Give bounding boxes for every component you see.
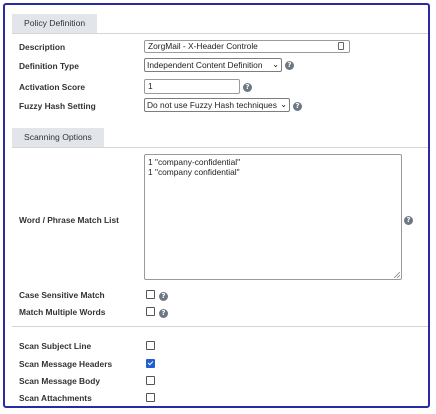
- match-list-line: 1 "company confidential": [148, 167, 240, 177]
- help-circle-icon[interactable]: ?: [243, 83, 252, 92]
- activation-score-value: 1: [148, 81, 153, 91]
- fuzzy-hash-value: Do not use Fuzzy Hash techniques: [147, 100, 277, 110]
- scan-headers-label: Scan Message Headers: [19, 359, 113, 369]
- scan-subject-label: Scan Subject Line: [19, 341, 92, 351]
- fuzzy-hash-select[interactable]: Do not use Fuzzy Hash techniques ⌄: [144, 98, 290, 112]
- match-multiple-label: Match Multiple Words: [19, 307, 106, 317]
- policy-definition-tab[interactable]: Policy Definition: [12, 14, 98, 33]
- activation-score-label: Activation Score: [19, 82, 86, 92]
- section-divider: [12, 326, 428, 327]
- help-circle-icon[interactable]: ?: [404, 216, 413, 225]
- match-multiple-checkbox[interactable]: [146, 307, 155, 316]
- help-circle-icon[interactable]: ?: [159, 292, 168, 301]
- policy-definition-header: Policy Definition: [12, 14, 428, 34]
- description-label: Description: [19, 42, 66, 52]
- scanning-options-tab[interactable]: Scanning Options: [12, 128, 104, 147]
- scan-body-checkbox[interactable]: [146, 376, 155, 385]
- description-input[interactable]: ZorgMail - X-Header Controle: [144, 40, 350, 53]
- scan-body-label: Scan Message Body: [19, 376, 100, 386]
- fuzzy-hash-label: Fuzzy Hash Setting: [19, 101, 96, 111]
- field-card-icon[interactable]: [338, 42, 344, 50]
- match-list-line: 1 "company-confidential": [148, 157, 241, 167]
- scanning-options-header: Scanning Options: [12, 128, 428, 148]
- policy-panel: Policy Definition Description ZorgMail -…: [3, 3, 430, 408]
- case-sensitive-checkbox[interactable]: [146, 290, 155, 299]
- scan-subject-checkbox[interactable]: [146, 341, 155, 350]
- scan-headers-checkbox[interactable]: [146, 359, 155, 368]
- resize-grip-icon[interactable]: [394, 272, 400, 278]
- chevron-down-icon: ⌄: [280, 100, 287, 109]
- chevron-down-icon: ⌄: [272, 60, 279, 69]
- help-circle-icon[interactable]: ?: [293, 102, 302, 111]
- help-circle-icon[interactable]: ?: [285, 61, 294, 70]
- description-value: ZorgMail - X-Header Controle: [148, 41, 258, 51]
- match-list-textarea[interactable]: 1 "company-confidential" 1 "company conf…: [144, 154, 402, 280]
- case-sensitive-label: Case Sensitive Match: [19, 290, 105, 300]
- definition-type-select[interactable]: Independent Content Definition ⌄: [144, 58, 282, 72]
- definition-type-value: Independent Content Definition: [147, 60, 263, 70]
- scan-attachments-checkbox[interactable]: [146, 393, 155, 402]
- match-list-label: Word / Phrase Match List: [19, 215, 119, 225]
- activation-score-input[interactable]: 1: [144, 79, 240, 94]
- definition-type-label: Definition Type: [19, 61, 79, 71]
- scan-attachments-label: Scan Attachments: [19, 393, 92, 403]
- help-circle-icon[interactable]: ?: [159, 309, 168, 318]
